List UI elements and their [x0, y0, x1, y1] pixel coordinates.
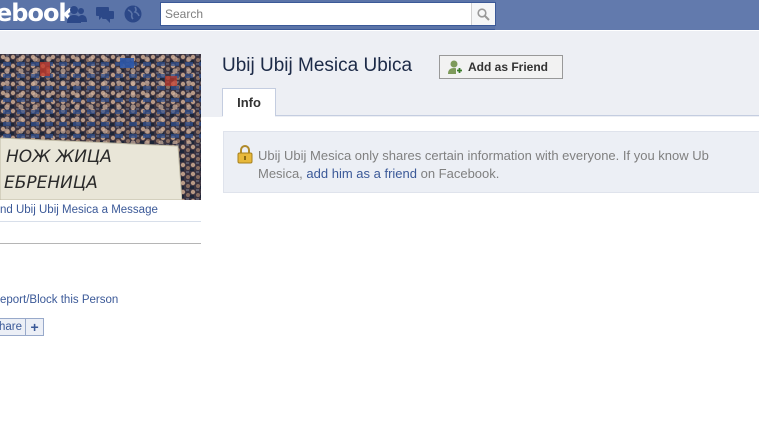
facebook-logo[interactable]: ebook: [0, 0, 74, 27]
top-bar: ebook: [0, 0, 759, 30]
send-message-link[interactable]: nd Ubij Ubij Mesica a Message: [0, 204, 158, 216]
divider: [0, 221, 201, 222]
plus-icon[interactable]: +: [25, 319, 43, 335]
friend-requests-icon[interactable]: [66, 4, 88, 24]
tab-bar-line: [222, 115, 759, 116]
search-button[interactable]: [471, 3, 495, 25]
messages-icon[interactable]: [94, 4, 116, 24]
report-block-link[interactable]: eport/Block this Person: [0, 294, 118, 306]
divider: [0, 243, 201, 244]
tab-info[interactable]: Info: [222, 88, 276, 116]
add-friend-button[interactable]: Add as Friend: [439, 55, 563, 79]
add-friend-link[interactable]: add him as a friend: [306, 166, 417, 181]
add-friend-label: Add as Friend: [468, 60, 549, 74]
share-label: hare: [0, 321, 23, 333]
profile-name: Ubij Ubij Mesica Ubica: [222, 55, 413, 76]
privacy-notice-text: Ubij Ubij Mesica only shares certain inf…: [258, 148, 709, 181]
share-button[interactable]: hare +: [0, 318, 45, 336]
profile-picture[interactable]: НОЖ ЖИЦА ЕБРЕНИЦА: [0, 54, 201, 200]
add-friend-icon: [448, 60, 463, 74]
search-box: [160, 2, 496, 26]
top-bar-band: [495, 0, 759, 30]
lock-icon: [237, 145, 253, 164]
search-input[interactable]: [161, 3, 471, 25]
privacy-notice: Ubij Ubij Mesica only shares certain inf…: [223, 131, 759, 193]
search-icon: [477, 7, 490, 21]
banner-line-1: НОЖ ЖИЦА: [6, 147, 112, 167]
banner-line-2: ЕБРЕНИЦА: [4, 173, 98, 193]
notifications-globe-icon[interactable]: [122, 4, 144, 24]
